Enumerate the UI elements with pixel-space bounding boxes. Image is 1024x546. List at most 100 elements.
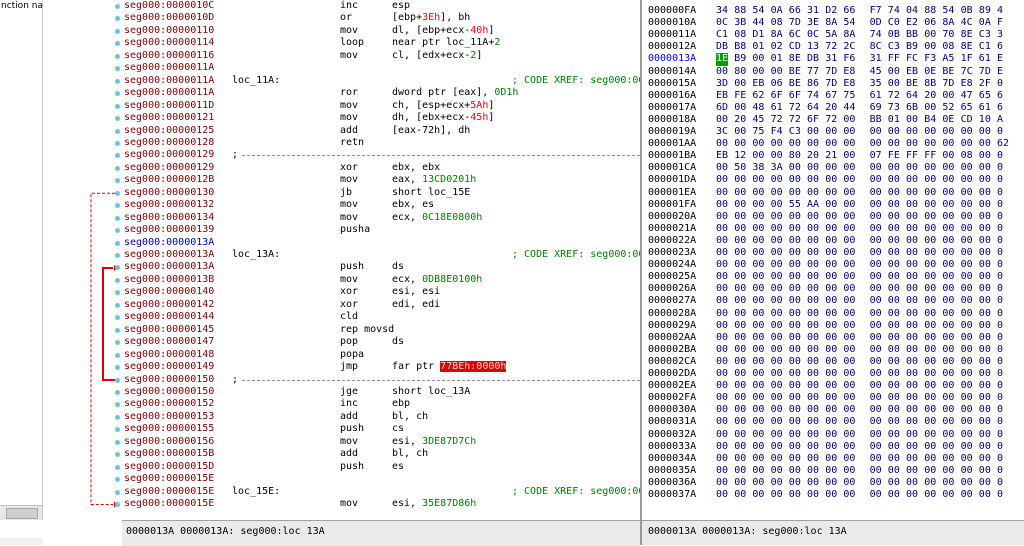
hex-byte[interactable]: 00 [716, 392, 728, 404]
hex-byte[interactable]: 69 [870, 102, 882, 114]
hex-byte[interactable]: F3 [924, 53, 936, 65]
hex-byte[interactable]: 00 [961, 211, 973, 223]
hex-byte[interactable]: 00 [979, 271, 991, 283]
breakpoint-dot[interactable] [115, 165, 120, 171]
hex-byte[interactable]: 00 [906, 247, 918, 259]
disasm-line[interactable]: seg000:00000130 jb short loc_15E [124, 187, 640, 199]
hex-byte[interactable]: 00 [716, 235, 728, 247]
hex-byte[interactable]: 00 [870, 429, 882, 441]
breakpoint-dot[interactable] [115, 190, 120, 196]
hex-byte[interactable]: 00 [752, 187, 764, 199]
hex-byte[interactable]: 00 [961, 138, 973, 150]
disasm-line[interactable]: seg000:00000149 jmp far ptr 77BEh:0000h [124, 361, 640, 373]
operands[interactable]: dl, [ebp+ecx-40h] [392, 25, 494, 37]
hex-byte[interactable]: 7D [825, 66, 837, 78]
hex-byte[interactable]: 00 [942, 356, 954, 368]
hex-byte[interactable]: 00 [961, 320, 973, 332]
hex-byte[interactable]: BE [789, 66, 801, 78]
hex-byte[interactable]: 0 [997, 380, 1003, 392]
hex-byte[interactable]: 00 [771, 320, 783, 332]
hex-byte[interactable]: 0 [997, 235, 1003, 247]
hex-byte[interactable]: 00 [789, 235, 801, 247]
hex-byte[interactable]: 70 [942, 29, 954, 41]
hex-byte[interactable]: 00 [906, 404, 918, 416]
hex-byte[interactable]: 00 [870, 453, 882, 465]
hex-byte[interactable]: 00 [924, 126, 936, 138]
hex-byte[interactable]: 00 [843, 308, 855, 320]
hex-byte[interactable]: 00 [942, 332, 954, 344]
hex-byte[interactable]: 00 [771, 308, 783, 320]
hex-byte[interactable]: 44 [843, 102, 855, 114]
hex-byte[interactable]: 0 [997, 404, 1003, 416]
hex-byte[interactable]: 00 [888, 78, 900, 90]
hex-row[interactable]: 0000033A 00 00 00 00 00 00 00 00 00 00 00 00 00 00 00 0 [648, 441, 1024, 453]
hex-byte[interactable]: FC [906, 53, 918, 65]
operands[interactable]: esi, esi [392, 286, 440, 298]
hex-byte[interactable]: 54 [752, 5, 764, 17]
hex-byte[interactable]: 00 [843, 150, 855, 162]
hex-byte[interactable]: FF [888, 53, 900, 65]
operands[interactable]: esp [392, 0, 410, 12]
hex-byte[interactable]: C1 [979, 41, 991, 53]
hex-byte[interactable]: 00 [870, 162, 882, 174]
hex-byte[interactable]: 00 [807, 187, 819, 199]
hex-byte[interactable]: 00 [734, 392, 746, 404]
hex-byte[interactable]: FF [906, 150, 918, 162]
hex-byte[interactable]: 00 [752, 332, 764, 344]
hex-byte[interactable]: 6C [789, 29, 801, 41]
hex-byte[interactable]: 00 [906, 368, 918, 380]
hex-byte[interactable]: 00 [734, 416, 746, 428]
hex-byte[interactable]: 00 [752, 271, 764, 283]
hex-byte[interactable]: 00 [789, 138, 801, 150]
hex-byte[interactable]: 20 [825, 102, 837, 114]
disasm-line[interactable]: seg000:0000011A loc_11A: ; CODE XREF: seg0… [124, 75, 640, 87]
disasm-line[interactable]: seg000:00000129; [124, 149, 640, 161]
hex-byte[interactable]: 0 [997, 150, 1003, 162]
mnemonic[interactable]: mov [340, 112, 358, 124]
mnemonic[interactable]: add [340, 125, 358, 137]
hex-byte[interactable]: 00 [771, 271, 783, 283]
hex-byte[interactable]: 00 [870, 416, 882, 428]
hex-byte[interactable]: 00 [906, 332, 918, 344]
hex-byte[interactable]: 0C [716, 17, 728, 29]
hex-byte[interactable]: 00 [825, 368, 837, 380]
hex-byte[interactable]: 0 [997, 344, 1003, 356]
hex-row[interactable]: 0000030A 00 00 00 00 00 00 00 00 00 00 00 00 00 00 00 0 [648, 404, 1024, 416]
breakpoint-dot[interactable] [115, 502, 120, 507]
hex-byte[interactable]: 00 [979, 332, 991, 344]
hex-byte[interactable]: 00 [771, 477, 783, 489]
hex-byte[interactable]: 67 [825, 90, 837, 102]
hex-row[interactable]: 000002CA 00 00 00 00 00 00 00 00 00 00 00 00 00 00 00 0 [648, 356, 1024, 368]
hex-byte[interactable]: C0 [888, 17, 900, 29]
hex-byte[interactable]: 00 [734, 453, 746, 465]
hex-byte[interactable]: 00 [843, 174, 855, 186]
disasm-line[interactable]: seg000:0000015E [124, 473, 640, 485]
hex-byte[interactable]: 00 [789, 404, 801, 416]
hex-byte[interactable]: 00 [942, 247, 954, 259]
hex-byte[interactable]: 00 [734, 441, 746, 453]
hex-byte[interactable]: 00 [961, 162, 973, 174]
hex-byte[interactable]: 00 [888, 308, 900, 320]
hex-byte[interactable]: 00 [906, 465, 918, 477]
hex-byte[interactable]: 00 [771, 380, 783, 392]
hex-byte[interactable]: CD [789, 41, 801, 53]
hex-byte[interactable]: 00 [906, 344, 918, 356]
hex-byte[interactable]: 00 [888, 174, 900, 186]
breakpoint-dot[interactable] [115, 128, 120, 134]
disasm-line[interactable]: seg000:00000121 mov dh, [ebx+ecx-45h] [124, 112, 640, 124]
hex-byte[interactable]: 65 [979, 90, 991, 102]
hex-byte[interactable]: 7D [979, 66, 991, 78]
operands[interactable]: ecx, 0C18E0800h [392, 212, 482, 224]
disasm-line[interactable]: seg000:00000155 push cs [124, 423, 640, 435]
mnemonic[interactable]: jb [340, 187, 352, 199]
hex-row[interactable]: 0000014A 00 80 00 00 BE 77 7D E8 45 00 EB 0E BE 7C 7D E [648, 66, 1024, 78]
hex-byte[interactable]: 00 [843, 356, 855, 368]
hex-byte[interactable]: 0 [997, 416, 1003, 428]
hex-byte[interactable]: 00 [734, 187, 746, 199]
hex-byte[interactable]: 0 [997, 320, 1003, 332]
hex-byte[interactable]: 0 [997, 392, 1003, 404]
hex-byte[interactable]: 00 [807, 308, 819, 320]
hex-byte[interactable]: 00 [825, 126, 837, 138]
hex-byte[interactable]: 00 [771, 416, 783, 428]
hex-byte[interactable]: 00 [752, 489, 764, 501]
